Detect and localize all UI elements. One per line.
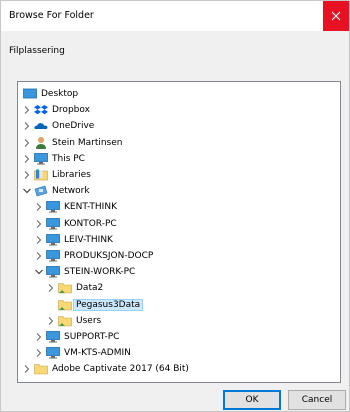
browse-for-folder-dialog: Browse For Folder Filplassering Desktop D… xyxy=(0,0,350,412)
onedrive-icon xyxy=(34,119,48,133)
computer-icon xyxy=(34,152,48,166)
user-icon xyxy=(34,136,48,150)
tree-item[interactable]: VM-KTS-ADMIN xyxy=(18,345,340,361)
shared-folder-icon xyxy=(58,298,72,312)
tree-item-label: Desktop xyxy=(41,89,79,99)
tree-item-label: Adobe Captivate 2017 (64 Bit) xyxy=(52,364,189,375)
tree-item-label: Network xyxy=(52,186,90,197)
tree-item[interactable]: LEIV-THINK xyxy=(18,232,340,248)
chevron-down-icon[interactable] xyxy=(22,183,31,199)
tree-item[interactable]: This PC xyxy=(18,151,340,167)
chevron-right-icon[interactable] xyxy=(46,280,55,296)
tree-item[interactable]: Data2 xyxy=(18,280,340,296)
tree-item-label: OneDrive xyxy=(52,121,95,132)
folder-tree[interactable]: Desktop Dropbox OneDrive Stein Martinsen Thi… xyxy=(17,81,341,383)
computer-icon xyxy=(46,346,60,360)
computer-icon xyxy=(46,265,60,279)
dropbox-icon xyxy=(34,103,48,117)
computer-icon xyxy=(46,217,60,231)
close-button[interactable] xyxy=(323,1,349,31)
chevron-right-icon[interactable] xyxy=(22,167,31,183)
tree-item[interactable]: SUPPORT-PC xyxy=(18,329,340,345)
title-bar: Browse For Folder xyxy=(1,1,349,31)
cancel-button[interactable]: Cancel xyxy=(288,390,346,410)
chevron-right-icon[interactable] xyxy=(22,135,31,151)
tree-item[interactable]: OneDrive xyxy=(18,118,340,134)
chevron-right-icon[interactable] xyxy=(34,248,43,264)
tree-item-label: KONTOR-PC xyxy=(64,218,117,229)
chevron-right-icon[interactable] xyxy=(22,102,31,118)
tree-item-label: SUPPORT-PC xyxy=(64,332,120,342)
tree-item[interactable]: KONTOR-PC xyxy=(18,216,340,232)
close-icon xyxy=(331,11,341,21)
dialog-title: Browse For Folder xyxy=(9,10,94,21)
folder-icon xyxy=(34,362,48,376)
computer-icon xyxy=(46,330,60,344)
tree-item[interactable]: KENT-THINK xyxy=(18,199,340,215)
tree-item[interactable]: STEIN-WORK-PC xyxy=(18,264,340,280)
chevron-right-icon[interactable] xyxy=(34,345,43,361)
tree-item-label: Users xyxy=(76,315,102,326)
chevron-right-icon[interactable] xyxy=(34,199,43,215)
libraries-icon xyxy=(34,168,48,182)
computer-icon xyxy=(46,233,60,247)
tree-item-label: STEIN-WORK-PC xyxy=(64,267,136,278)
tree-item-label: Dropbox xyxy=(52,105,90,116)
tree-item-label: PRODUKSJON-DOCP xyxy=(64,251,154,261)
chevron-right-icon[interactable] xyxy=(22,118,31,134)
tree-item[interactable]: PRODUKSJON-DOCP xyxy=(18,248,340,264)
tree-item[interactable]: Adobe Captivate 2017 (64 Bit) xyxy=(18,361,340,377)
shared-folder-icon xyxy=(58,281,72,295)
chevron-right-icon[interactable] xyxy=(34,216,43,232)
tree-item[interactable]: Desktop xyxy=(18,86,340,102)
tree-item-label: Data2 xyxy=(76,283,104,294)
tree-item-label: Pegasus3Data xyxy=(72,298,144,311)
tree-item[interactable]: Pegasus3Data xyxy=(18,297,340,313)
chevron-right-icon[interactable] xyxy=(34,232,43,248)
chevron-right-icon[interactable] xyxy=(34,329,43,345)
ok-button[interactable]: OK xyxy=(223,390,281,410)
chevron-right-icon[interactable] xyxy=(46,313,55,329)
tree-item[interactable]: Users xyxy=(18,313,340,329)
tree-item-label: KENT-THINK xyxy=(64,202,117,213)
tree-item-label: This PC xyxy=(52,153,85,164)
tree-item[interactable]: Stein Martinsen xyxy=(18,135,340,151)
shared-folder-icon xyxy=(58,314,72,328)
tree-item[interactable]: Network xyxy=(18,183,340,199)
chevron-down-icon[interactable] xyxy=(34,264,43,280)
tree-item-label: VM-KTS-ADMIN xyxy=(64,348,131,359)
tree-item-label: Libraries xyxy=(52,170,91,180)
network-icon xyxy=(34,184,48,198)
computer-icon xyxy=(46,200,60,214)
dialog-description: Filplassering xyxy=(9,46,65,56)
computer-icon xyxy=(46,249,60,263)
chevron-right-icon[interactable] xyxy=(22,151,31,167)
tree-item[interactable]: Libraries xyxy=(18,167,340,183)
desktop-icon xyxy=(23,87,37,101)
tree-item[interactable]: Dropbox xyxy=(18,102,340,118)
tree-item-label: Stein Martinsen xyxy=(52,137,123,148)
chevron-right-icon[interactable] xyxy=(22,361,31,377)
tree-item-label: LEIV-THINK xyxy=(64,234,113,245)
